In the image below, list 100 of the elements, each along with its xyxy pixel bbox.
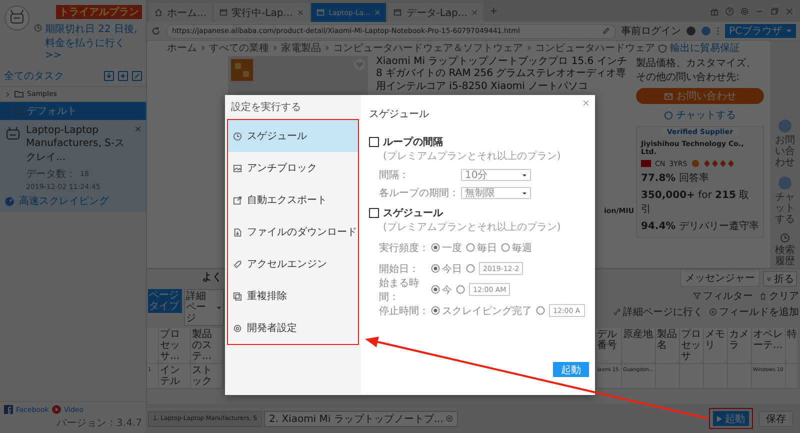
page-type-tab[interactable]: ページタイプ xyxy=(148,289,182,313)
start-button[interactable]: 起動 xyxy=(553,362,589,377)
table-cell: ストック xyxy=(191,364,223,389)
breadcrumb-link[interactable]: 家電製品 xyxy=(281,41,321,55)
gift-icon[interactable] xyxy=(710,6,719,16)
medal-icon xyxy=(691,159,700,168)
more-icon[interactable] xyxy=(716,26,720,36)
expiry-link[interactable]: 期限切れ日 22 日後, 料金を払うに行く >> xyxy=(45,22,142,61)
radio-button[interactable] xyxy=(431,306,440,315)
help-icon[interactable] xyxy=(725,6,734,16)
close-icon[interactable] xyxy=(785,6,794,16)
breadcrumb-link[interactable]: コンピュータハードウェア＆ソフトウェア xyxy=(333,41,523,55)
save-button[interactable]: 保存 xyxy=(759,410,793,426)
chat-icon xyxy=(664,110,673,120)
side-action[interactable]: チャットする xyxy=(771,176,799,225)
settings-menu-item[interactable]: 重複排除 xyxy=(228,280,358,312)
shop-logo-icon xyxy=(231,59,253,81)
add-icon xyxy=(709,308,717,316)
breadcrumb-link[interactable]: ホーム xyxy=(167,41,197,55)
radio-button[interactable] xyxy=(431,243,440,252)
fast-scrape-link[interactable]: 高速スクレイピング xyxy=(19,194,109,208)
add-field-button[interactable]: フィールドを追加 xyxy=(709,305,799,319)
supplier-stat: 94.4% デリバリー遵守率 xyxy=(641,220,759,233)
account-icon[interactable] xyxy=(686,26,696,36)
settings-menu-item[interactable]: アンチブロック xyxy=(228,152,358,184)
browser-tab[interactable]: ホーム... xyxy=(149,3,212,22)
chevron-icon xyxy=(200,45,206,51)
settings-menu-item[interactable]: 開発者設定 xyxy=(228,312,358,344)
settings-menu-item[interactable]: ファイルのダウンロード xyxy=(228,216,358,248)
new-tab-button[interactable]: + xyxy=(485,6,502,16)
field-label: 実行頻度： xyxy=(379,242,430,254)
close-icon[interactable] xyxy=(582,99,590,107)
add-icon[interactable] xyxy=(118,71,128,81)
pc-browser-button[interactable]: PCブラウザ xyxy=(724,24,796,38)
section-title: スゲジュール xyxy=(369,108,430,121)
page-type-select[interactable]: 詳細ページ xyxy=(184,289,224,326)
column-header: オペレーテ... xyxy=(752,328,786,364)
radio-label: スクレイピング完了 xyxy=(442,304,532,318)
go-to-detail-button[interactable]: 詳細ページに行く xyxy=(613,305,703,319)
download-icon[interactable] xyxy=(104,71,114,81)
column-header: 製品名 xyxy=(656,328,680,364)
history-icon xyxy=(780,233,790,243)
play-icon xyxy=(717,416,722,422)
download-icon xyxy=(233,228,242,236)
column-header: プロセッサ xyxy=(680,328,704,364)
chevrons-icon xyxy=(766,276,772,282)
task-tab[interactable]: 2. Xiaomi Mi ラップトップノートブ... xyxy=(264,410,458,426)
side-action[interactable]: 検索履歴 xyxy=(771,233,799,267)
radio-button[interactable] xyxy=(536,306,545,315)
collapse-button[interactable]: 折る xyxy=(763,271,797,287)
count-label: データ数： xyxy=(26,168,76,181)
chevron-icon xyxy=(324,45,330,51)
checkbox[interactable] xyxy=(369,208,379,218)
chevron-icon xyxy=(526,45,532,51)
close-icon[interactable] xyxy=(134,125,142,133)
edit-icon[interactable] xyxy=(132,71,142,81)
breadcrumb-link[interactable]: コンピュータハードウェア xyxy=(535,41,655,55)
page-icon xyxy=(393,8,402,17)
pre-login-link[interactable]: 事前ログイン xyxy=(620,24,681,38)
contact-prompt: 製品価格、カスタマイズ、その他の問い合わせ先: xyxy=(636,56,757,84)
restore-icon[interactable] xyxy=(770,6,779,16)
browser-tab[interactable]: 実行中-Lap... xyxy=(214,3,309,22)
radio-button[interactable] xyxy=(466,264,475,273)
radio-button[interactable] xyxy=(456,285,465,294)
messenger-panel: メッセンジャー xyxy=(680,269,760,287)
filter-button[interactable]: フィルター xyxy=(693,289,753,303)
radio-label: 毎週 xyxy=(512,242,532,254)
clear-button[interactable]: クリア xyxy=(759,289,799,303)
column-header: メモリ xyxy=(704,328,728,364)
dropdown-field[interactable]: 無制限 xyxy=(461,187,531,199)
field-label: 停止時間： xyxy=(379,304,430,318)
radio-button[interactable] xyxy=(466,243,475,252)
side-action[interactable]: お問い合わせ xyxy=(771,119,799,168)
settings-menu-item[interactable]: スゲジュール xyxy=(228,120,358,152)
folder-item[interactable]: デフォルト xyxy=(0,102,146,121)
refresh-icon[interactable] xyxy=(151,26,161,36)
start-button[interactable]: 起動 xyxy=(713,411,749,426)
browser-tab[interactable]: データ-Lap... xyxy=(388,3,484,22)
dropdown-field[interactable]: 10分 xyxy=(461,169,531,181)
radio-button[interactable] xyxy=(431,285,440,294)
inquiry-button[interactable]: お問い合わせ xyxy=(636,88,764,104)
breadcrumb-link[interactable]: すべての業種 xyxy=(209,41,269,55)
radio-button[interactable] xyxy=(501,243,510,252)
field-label: 開始日： xyxy=(379,262,420,276)
trade-assurance-link[interactable]: 輸出に貿易保証 xyxy=(670,41,740,55)
clear-icon xyxy=(759,292,767,300)
settings-menu-item[interactable]: アクセルエンジン xyxy=(228,248,358,280)
account-icon[interactable] xyxy=(700,26,711,36)
pencil-icon[interactable] xyxy=(602,27,610,35)
chat-link[interactable]: チャットする xyxy=(636,108,764,122)
version-label: バージョン：3.4.7 xyxy=(56,417,142,430)
settings-icon[interactable] xyxy=(740,6,749,16)
settings-menu-item[interactable]: 自動エクスポート xyxy=(228,184,358,216)
close-icon[interactable] xyxy=(471,9,478,16)
close-icon[interactable] xyxy=(446,415,454,422)
radio-button[interactable] xyxy=(431,264,440,273)
caret-icon xyxy=(522,190,527,196)
close-icon[interactable] xyxy=(296,9,304,16)
checkbox[interactable] xyxy=(369,137,379,147)
field-label: 始まる時間： xyxy=(379,276,420,304)
